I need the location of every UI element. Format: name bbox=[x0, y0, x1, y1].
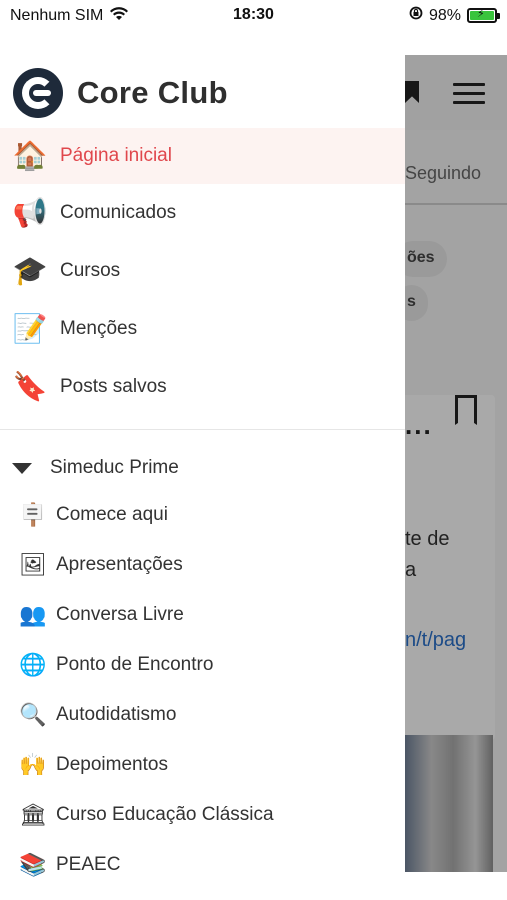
channel-label: Ponto de Encontro bbox=[56, 654, 214, 675]
status-bar: Nenhum SIM 18:30 98% bbox=[0, 0, 507, 32]
channel-peaec[interactable]: 📚 PEAEC bbox=[0, 840, 405, 890]
bookmark-star-icon: 🔖 bbox=[12, 371, 48, 402]
nav-item-announcements[interactable]: 📢 Comunicados bbox=[0, 184, 405, 242]
main-nav: 🏠 Página inicial 📢 Comunicados 🎓 Cursos … bbox=[0, 128, 405, 416]
nav-item-label: Cursos bbox=[60, 260, 121, 281]
channel-meeting-point[interactable]: 🌐 Ponto de Encontro bbox=[0, 640, 405, 690]
section-toggle[interactable]: Simeduc Prime bbox=[0, 450, 405, 486]
nav-item-saved-posts[interactable]: 🔖 Posts salvos bbox=[0, 358, 405, 416]
nav-item-label: Comunicados bbox=[60, 202, 177, 223]
nav-item-label: Menções bbox=[60, 318, 138, 339]
channel-free-chat[interactable]: 👥 Conversa Livre bbox=[0, 590, 405, 640]
channel-classical-education[interactable]: 🏛 Curso Educação Clássica bbox=[0, 790, 405, 840]
channel-label: Depoimentos bbox=[56, 754, 168, 775]
signpost-icon: 🪧 bbox=[19, 502, 47, 527]
books-icon: 📚 bbox=[19, 852, 47, 877]
nav-item-mentions[interactable]: 📝 Menções bbox=[0, 300, 405, 358]
nav-item-courses[interactable]: 🎓 Cursos bbox=[0, 242, 405, 300]
channel-label: Conversa Livre bbox=[56, 604, 184, 625]
side-drawer: Core Club 🏠 Página inicial 📢 Comunicados… bbox=[0, 32, 405, 900]
megaphone-icon: 📢 bbox=[12, 197, 48, 228]
core-club-logo bbox=[13, 68, 63, 118]
house-icon: 🏠 bbox=[12, 140, 48, 171]
column-icon: 🏛 bbox=[19, 802, 47, 827]
channel-label: Curso Educação Clássica bbox=[56, 804, 274, 825]
channel-label: PEAEC bbox=[56, 854, 121, 875]
channel-label: Apresentações bbox=[56, 554, 183, 575]
nav-item-label: Página inicial bbox=[60, 145, 172, 166]
graduation-cap-icon: 🎓 bbox=[12, 255, 48, 286]
people-icon: 👥 bbox=[19, 602, 47, 627]
battery-icon bbox=[467, 7, 500, 23]
globe-icon: 🌐 bbox=[19, 652, 47, 677]
channel-self-learning[interactable]: 🔍 Autodidatismo bbox=[0, 690, 405, 740]
magnifier-icon: 🔍 bbox=[19, 702, 47, 727]
notepad-icon: 📝 bbox=[12, 313, 48, 344]
celebration-icon: 🙌 bbox=[19, 752, 47, 777]
section-simeduc-prime: Simeduc Prime 🪧 Comece aqui 🖼 Apresentaç… bbox=[0, 450, 405, 890]
caret-down-icon bbox=[12, 462, 32, 474]
battery-percent: 98% bbox=[428, 6, 461, 24]
brand-name: Core Club bbox=[77, 75, 228, 110]
channel-presentations[interactable]: 🖼 Apresentações bbox=[0, 540, 405, 590]
channel-label: Autodidatismo bbox=[56, 704, 177, 725]
framed-picture-icon: 🖼 bbox=[19, 552, 47, 577]
nav-item-label: Posts salvos bbox=[60, 376, 167, 397]
channel-start-here[interactable]: 🪧 Comece aqui bbox=[0, 490, 405, 540]
nav-item-home[interactable]: 🏠 Página inicial bbox=[0, 128, 405, 184]
status-right: 98% bbox=[409, 6, 500, 25]
channel-label: Comece aqui bbox=[56, 504, 168, 525]
brand-header: Core Club bbox=[13, 68, 228, 118]
channel-testimonials[interactable]: 🙌 Depoimentos bbox=[0, 740, 405, 790]
drawer-scrim[interactable] bbox=[405, 55, 507, 872]
rotation-lock-icon bbox=[409, 6, 423, 25]
divider bbox=[0, 429, 405, 430]
section-title: Simeduc Prime bbox=[50, 457, 179, 478]
